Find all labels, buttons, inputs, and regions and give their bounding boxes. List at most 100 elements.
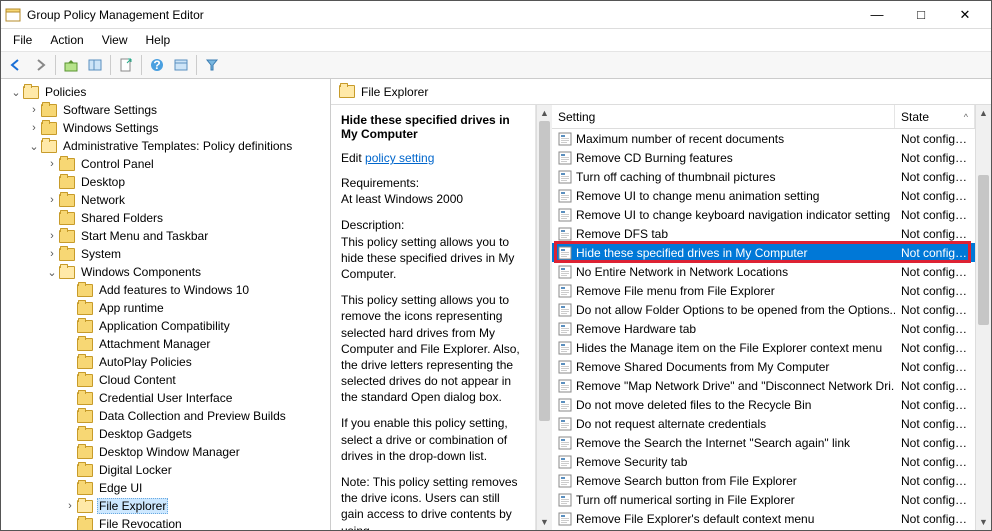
setting-row[interactable]: Remove File Explorer's default context m… [552,509,975,528]
setting-row[interactable]: Hide these specified drives in My Comput… [552,243,975,262]
description-scrollbar[interactable]: ▲ ▼ [536,105,552,530]
tree-pane[interactable]: ⌄Policies › Software Settings › Windows Sett… [1,79,331,530]
policy-setting-icon [558,303,572,317]
expand-icon[interactable]: › [27,122,41,134]
window-title: Group Policy Management Editor [27,8,855,22]
policy-setting-icon [558,512,572,526]
tree-node[interactable]: › Software Settings [1,101,330,119]
setting-row[interactable]: Remove "Map Network Drive" and "Disconne… [552,376,975,395]
twist-placeholder: · [45,176,59,188]
setting-row[interactable]: Turn off caching of thumbnail picturesNo… [552,167,975,186]
policy-setting-icon [558,493,572,507]
back-button[interactable] [5,54,27,76]
menu-help[interactable]: Help [138,31,179,49]
scroll-down-icon[interactable]: ▼ [537,514,552,530]
scroll-up-icon[interactable]: ▲ [537,105,552,121]
scroll-up-icon[interactable]: ▲ [976,105,991,121]
setting-row[interactable]: Remove DFS tabNot configure [552,224,975,243]
expand-icon[interactable]: › [63,500,77,512]
tree-node-label: Windows Settings [61,121,160,135]
list-scrollbar[interactable]: ▲ ▼ [975,105,991,530]
tree-node[interactable]: ⌄Windows Components [1,263,330,281]
tree-node[interactable]: ›System [1,245,330,263]
setting-row[interactable]: Do not allow Folder Options to be opened… [552,300,975,319]
tree-node[interactable]: ⌄Policies [1,83,330,101]
setting-row[interactable]: Remove File menu from File ExplorerNot c… [552,281,975,300]
collapse-icon[interactable]: ⌄ [45,266,59,279]
expand-icon[interactable]: › [45,230,59,242]
expand-icon[interactable]: › [45,248,59,260]
scroll-down-icon[interactable]: ▼ [976,514,991,530]
twist-placeholder: · [63,284,77,296]
description-p1: This policy setting allows you to hide t… [341,235,514,281]
setting-row[interactable]: Remove CD Burning featuresNot configure [552,148,975,167]
close-button[interactable]: ✕ [943,1,987,29]
tree-node[interactable]: ⌄Administrative Templates: Policy defini… [1,137,330,155]
setting-row[interactable]: Hides the Manage item on the File Explor… [552,338,975,357]
policy-setting-icon [558,265,572,279]
tree-node[interactable]: ·Shared Folders [1,209,330,227]
expand-icon[interactable]: › [45,194,59,206]
tree-node[interactable]: ·Data Collection and Preview Builds [1,407,330,425]
help-button[interactable]: ? [146,54,168,76]
setting-row[interactable]: Do not move deleted files to the Recycle… [552,395,975,414]
tree-node[interactable]: ›File Explorer [1,497,330,515]
column-setting[interactable]: Setting [552,105,895,128]
setting-row[interactable]: Remove UI to change menu animation setti… [552,186,975,205]
menu-action[interactable]: Action [42,31,91,49]
tree-node[interactable]: ·File Revocation [1,515,330,530]
column-state[interactable]: State^ [895,105,975,128]
menu-view[interactable]: View [94,31,136,49]
expand-icon[interactable]: › [27,104,41,116]
tree-node[interactable]: ·App runtime [1,299,330,317]
export-button[interactable] [115,54,137,76]
settings-list-rows[interactable]: Maximum number of recent documentsNot co… [552,129,975,530]
setting-state: Not configure [895,512,975,526]
app-window: Group Policy Management Editor ― □ ✕ Fil… [0,0,992,531]
setting-row[interactable]: Turn off numerical sorting in File Explo… [552,490,975,509]
tree-node[interactable]: ›Control Panel [1,155,330,173]
folder-closed-icon [77,518,93,531]
tree-node[interactable]: ›Start Menu and Taskbar [1,227,330,245]
tree-node[interactable]: ·Application Compatibility [1,317,330,335]
tree-node[interactable]: ·Digital Locker [1,461,330,479]
collapse-icon[interactable]: ⌄ [9,86,23,99]
tree-node-label: Software Settings [61,103,159,117]
requirements-value: At least Windows 2000 [341,192,463,206]
maximize-button[interactable]: □ [899,1,943,29]
tree-node[interactable]: ·Attachment Manager [1,335,330,353]
setting-row[interactable]: Remove Security tabNot configure [552,452,975,471]
show-hide-button[interactable] [84,54,106,76]
setting-row[interactable]: Remove the Search the Internet "Search a… [552,433,975,452]
tree-node[interactable]: ·Desktop [1,173,330,191]
setting-row[interactable]: Maximum number of recent documentsNot co… [552,129,975,148]
filter-button[interactable] [201,54,223,76]
tree-node[interactable]: ·AutoPlay Policies [1,353,330,371]
setting-row[interactable]: Do not request alternate credentialsNot … [552,414,975,433]
setting-row[interactable]: Remove Search button from File ExplorerN… [552,471,975,490]
tree-node[interactable]: ·Desktop Gadgets [1,425,330,443]
tree-node[interactable]: ·Cloud Content [1,371,330,389]
tree-node[interactable]: ·Credential User Interface [1,389,330,407]
collapse-icon[interactable]: ⌄ [27,140,41,153]
tree-node[interactable]: ·Add features to Windows 10 [1,281,330,299]
tree-node[interactable]: › Windows Settings [1,119,330,137]
setting-row[interactable]: No Entire Network in Network LocationsNo… [552,262,975,281]
menu-file[interactable]: File [5,31,40,49]
folder-closed-icon [59,248,75,261]
setting-row[interactable]: Remove Shared Documents from My Computer… [552,357,975,376]
tree-node[interactable]: ·Desktop Window Manager [1,443,330,461]
tree-node[interactable]: ·Edge UI [1,479,330,497]
minimize-button[interactable]: ― [855,1,899,29]
tree-node-label: Application Compatibility [97,319,232,333]
setting-row[interactable]: Remove Hardware tabNot configure [552,319,975,338]
forward-button[interactable] [29,54,51,76]
expand-icon[interactable]: › [45,158,59,170]
policy-setting-icon [558,398,572,412]
setting-state: Not configure [895,246,975,260]
edit-policy-link[interactable]: policy setting [365,151,434,165]
properties-button[interactable] [170,54,192,76]
tree-node[interactable]: ›Network [1,191,330,209]
setting-row[interactable]: Remove UI to change keyboard navigation … [552,205,975,224]
up-button[interactable] [60,54,82,76]
